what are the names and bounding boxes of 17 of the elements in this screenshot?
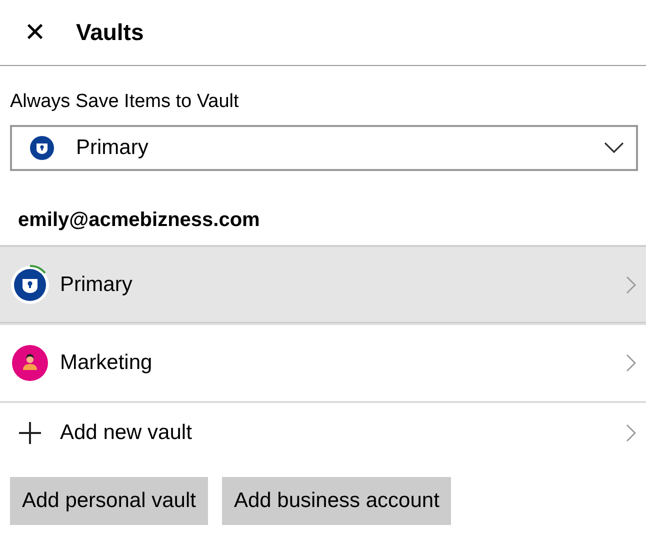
chevron-right-icon: [626, 276, 636, 294]
vault-icon: [10, 264, 50, 304]
account-email: emily@acmebizness.com: [18, 209, 260, 232]
chevron-right-icon: [626, 424, 636, 442]
chevron-right-icon: [626, 354, 636, 372]
avatar-icon: [10, 343, 50, 383]
window-title: Vaults: [76, 19, 144, 46]
vault-row[interactable]: Marketing: [0, 323, 646, 401]
vault-dropdown[interactable]: Primary: [10, 125, 638, 171]
close-button[interactable]: ✕: [23, 20, 47, 44]
action-button[interactable]: Add business account: [222, 477, 452, 525]
vault-row[interactable]: Add new vault: [0, 401, 646, 463]
field-label: Always Save Items to Vault: [10, 91, 240, 113]
action-button[interactable]: Add personal vault: [10, 477, 208, 525]
vault-row[interactable]: Primary: [0, 245, 646, 323]
plus-icon: [19, 422, 41, 444]
chevron-down-icon: [604, 142, 624, 154]
